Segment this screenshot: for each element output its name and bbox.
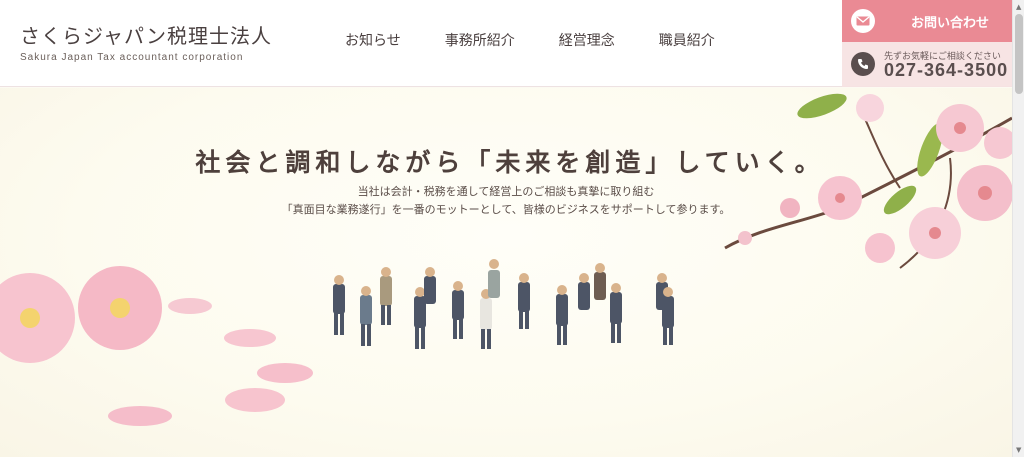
scrollbar-thumb[interactable] bbox=[1015, 14, 1023, 94]
nav-item-news[interactable]: お知らせ bbox=[345, 30, 401, 50]
hero-tagline: 社会と調和しながら「未来を創造」していく。 bbox=[195, 148, 825, 177]
contact-button[interactable]: お問い合わせ bbox=[842, 0, 1012, 42]
mail-icon bbox=[851, 9, 875, 33]
site-logo[interactable]: さくらジャパン税理士法人 Sakura Japan Tax accountant… bbox=[20, 24, 272, 63]
vertical-scrollbar[interactable]: ▲ ▼ bbox=[1012, 0, 1024, 457]
main-nav: お知らせ 事務所紹介 経営理念 職員紹介 bbox=[345, 30, 759, 50]
nav-item-staff[interactable]: 職員紹介 bbox=[659, 30, 715, 50]
nav-item-office[interactable]: 事務所紹介 bbox=[445, 30, 515, 50]
miniature-business-people bbox=[333, 259, 674, 349]
nav-item-philosophy[interactable]: 経営理念 bbox=[559, 30, 615, 50]
hero-description-line2: 「真面目な業務遂行」を一番のモットーとして、皆様のビジネスをサポートして参ります… bbox=[281, 203, 731, 216]
contact-label: お問い合わせ bbox=[911, 15, 990, 31]
phone-number: 027-364-3500 bbox=[884, 60, 1009, 80]
hero-description-line1: 当社は会計・税務を通して経営上のご相談も真摯に取り組む bbox=[357, 185, 655, 198]
scroll-up-icon[interactable]: ▲ bbox=[1016, 3, 1021, 11]
scroll-down-icon[interactable]: ▼ bbox=[1016, 446, 1021, 454]
phone-icon bbox=[851, 52, 875, 76]
logo-subtitle: Sakura Japan Tax accountant corporation bbox=[20, 52, 244, 63]
logo-title: さくらジャパン税理士法人 bbox=[20, 24, 272, 48]
phone-contact[interactable]: 先ずお気軽にご相談ください 027-364-3500 bbox=[842, 42, 1012, 87]
cherry-blossom-left bbox=[0, 266, 313, 426]
hero-section: 社会と調和しながら「未来を創造」していく。 当社は会計・税務を通して経営上のご相… bbox=[0, 88, 1012, 457]
